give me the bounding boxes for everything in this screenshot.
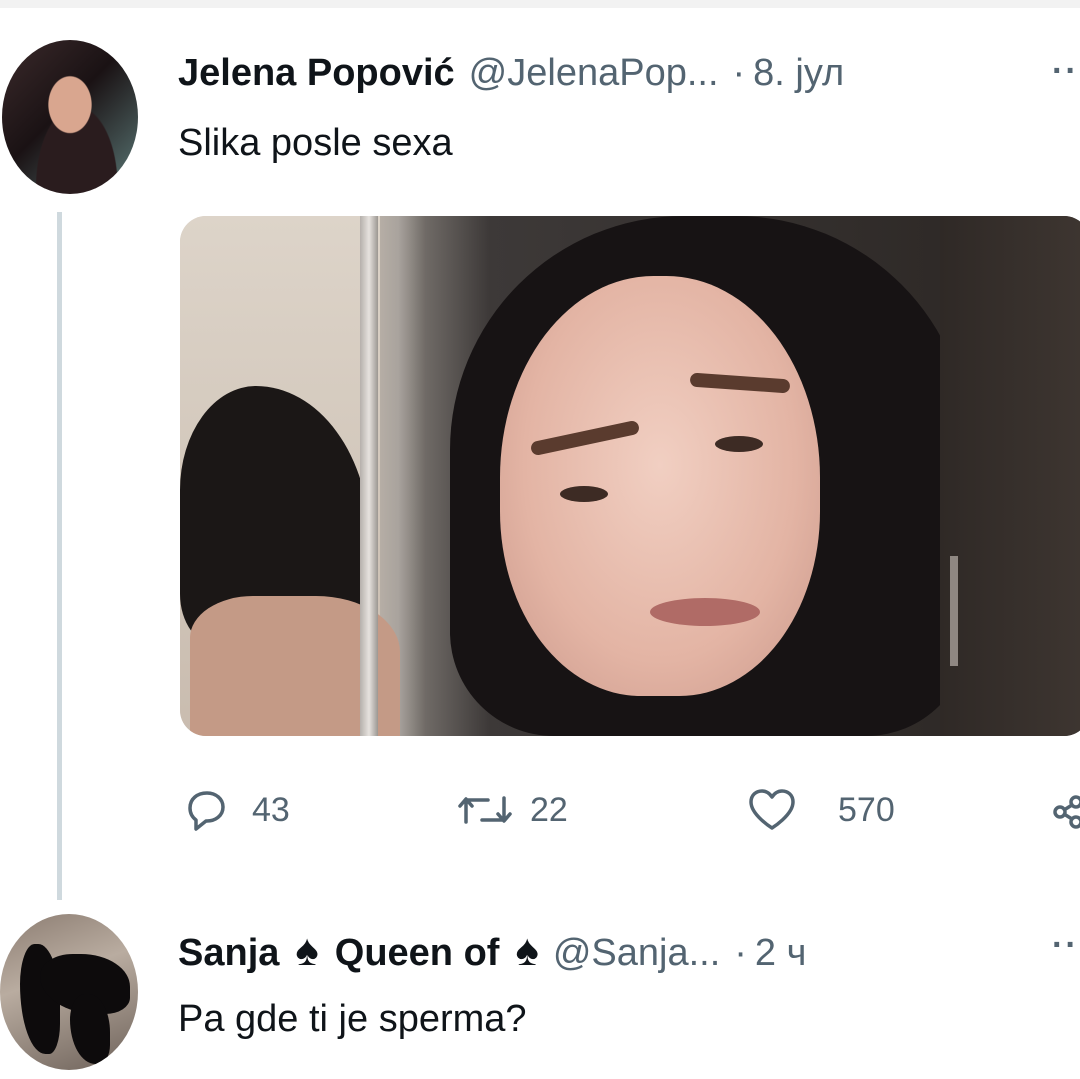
heart-icon: [749, 789, 795, 830]
retweet-icon: [458, 796, 512, 824]
reply-timestamp[interactable]: 2 ч: [755, 932, 807, 975]
share-icon: [1053, 795, 1080, 829]
thread-connector-line: [57, 212, 62, 900]
separator-dot: ·: [734, 932, 747, 974]
top-divider: [0, 0, 1080, 8]
separator-dot: ·: [732, 52, 746, 94]
reply-action[interactable]: 43: [182, 786, 290, 834]
reply-count: 43: [252, 790, 290, 829]
share-action[interactable]: [1052, 792, 1080, 832]
retweet-count: 22: [530, 790, 568, 829]
reply-text: Pa gde ti je sperma?: [178, 998, 527, 1040]
spade-icon: ♠: [295, 926, 319, 975]
reply-author-handle[interactable]: @Sanja...: [553, 932, 720, 975]
tweet-photo[interactable]: [180, 216, 1080, 736]
reply-author-name-first[interactable]: Sanja: [178, 932, 279, 975]
reply-more-options-icon[interactable]: ··: [1052, 926, 1079, 965]
tweet-text: Slika posle sexa: [178, 122, 453, 164]
author-avatar[interactable]: [2, 40, 138, 194]
author-handle[interactable]: @JelenaPop...: [469, 52, 719, 95]
reply-header: Sanja ♠ Queen of ♠ @Sanja... · 2 ч: [178, 926, 806, 976]
like-action[interactable]: 570: [746, 786, 895, 834]
reply-author-avatar[interactable]: [0, 914, 138, 1070]
author-name[interactable]: Jelena Popović: [178, 52, 455, 95]
tweet-header: Jelena Popović @JelenaPop... · 8. јул: [178, 52, 844, 95]
more-options-icon[interactable]: ··: [1052, 52, 1079, 91]
reply-icon: [188, 791, 225, 831]
retweet-action[interactable]: 22: [456, 786, 568, 834]
reply-author-name-second[interactable]: Queen of: [335, 932, 500, 975]
like-count: 570: [838, 790, 895, 829]
spade-icon: ♠: [515, 926, 539, 975]
tweet-timestamp[interactable]: 8. јул: [753, 52, 844, 95]
